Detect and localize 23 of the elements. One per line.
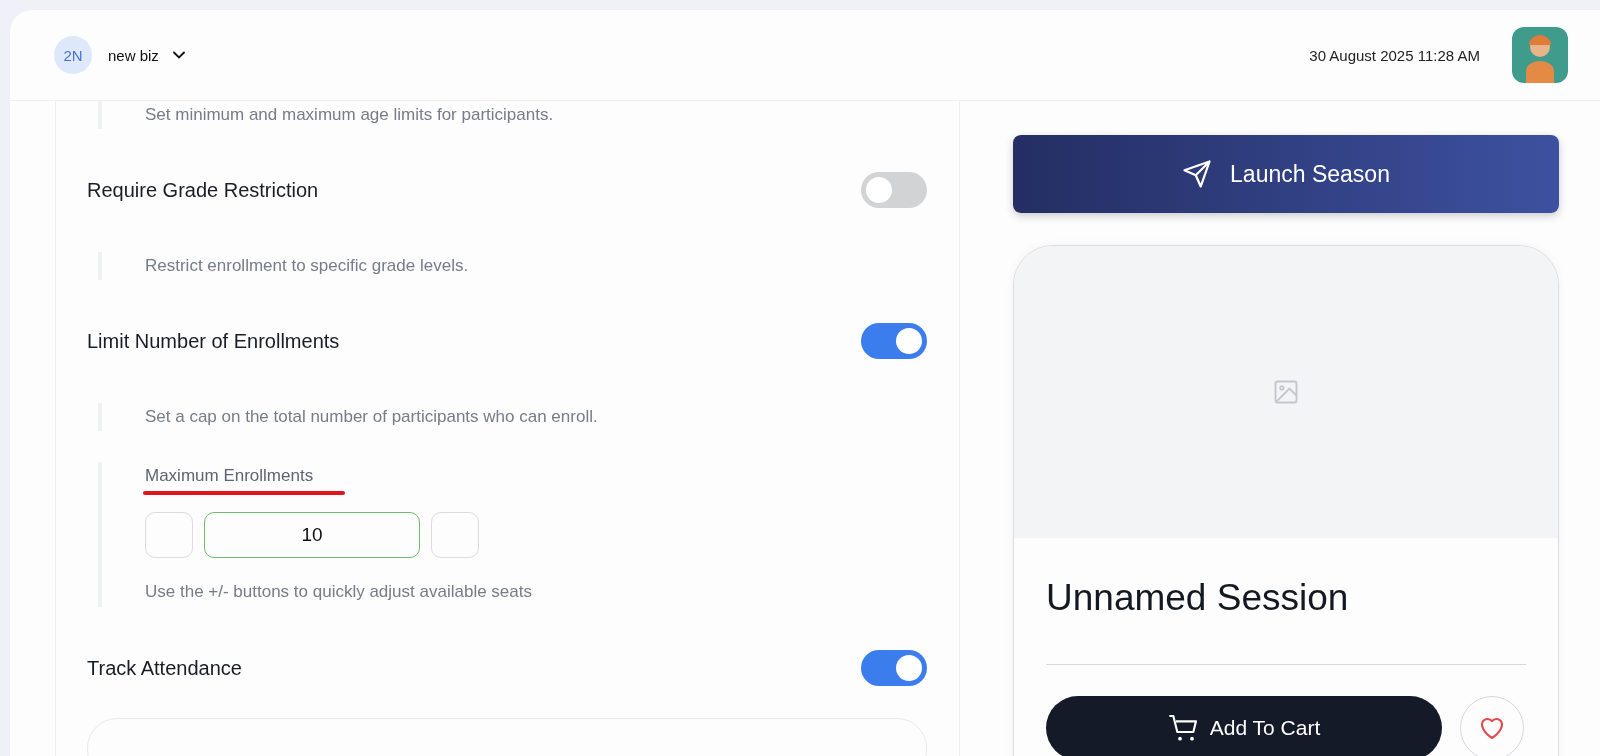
- business-avatar[interactable]: 2N: [54, 36, 92, 74]
- chevron-down-icon[interactable]: [172, 51, 185, 59]
- image-placeholder-icon: [1272, 378, 1300, 406]
- setting-description: Restrict enrollment to specific grade levels.: [145, 256, 469, 276]
- session-title: Unnamed Session: [1046, 576, 1350, 620]
- launch-button[interactable]: Launch Season: [1013, 135, 1559, 213]
- add-to-cart-button[interactable]: Add To Cart: [1046, 696, 1442, 756]
- setting-label: Track Attendance: [87, 656, 242, 680]
- toggle-switch[interactable]: [861, 650, 927, 686]
- toggle-switch[interactable]: [861, 323, 927, 359]
- field-label: Maximum Enrollments: [145, 465, 314, 487]
- user-avatar[interactable]: [1512, 27, 1568, 83]
- setting-label: Require Grade Restriction: [87, 178, 319, 202]
- toggle-switch[interactable]: [861, 172, 927, 208]
- send-icon: [1182, 159, 1213, 189]
- number-input[interactable]: 10: [204, 512, 420, 558]
- field-hint: Use the +/- buttons to quickly adjust available seats: [145, 581, 533, 603]
- setting-label: Limit Number of Enrollments: [87, 329, 340, 353]
- business-selector[interactable]: new biz: [108, 46, 185, 64]
- setting-description: Set a cap on the total number of participants who can enroll.: [145, 407, 598, 427]
- date-time: 30 August 2025 11:28 AM: [1309, 46, 1480, 64]
- favorite-button[interactable]: [1460, 696, 1524, 756]
- setting-description: Set minimum and maximum age limits for participants.: [145, 105, 554, 125]
